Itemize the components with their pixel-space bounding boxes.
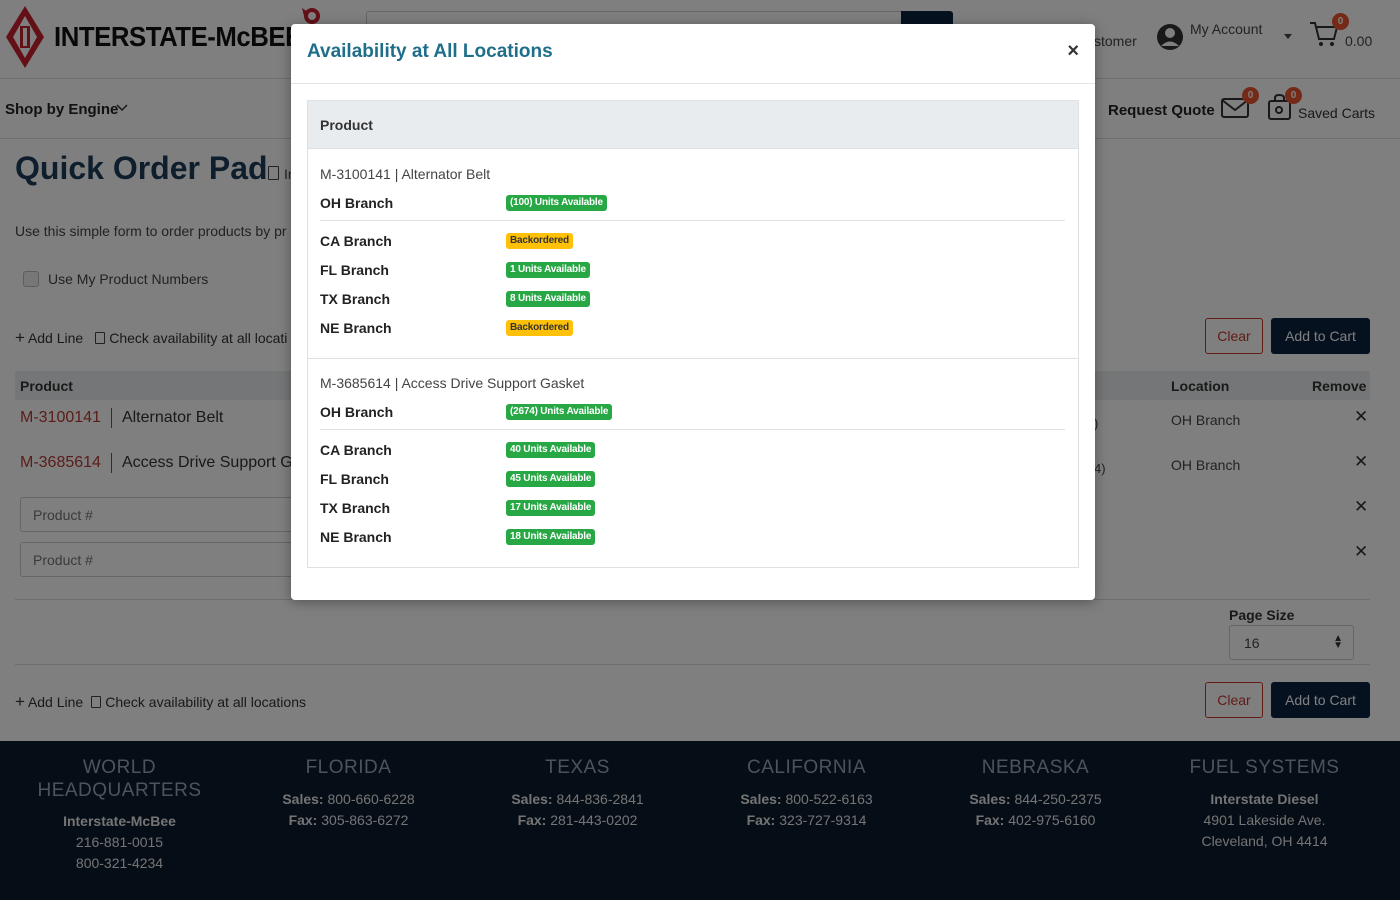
branch-name: FL Branch xyxy=(320,262,389,278)
stock-badge: 18 Units Available xyxy=(506,529,596,545)
branch-name: NE Branch xyxy=(320,320,392,336)
stock-badge: 40 Units Available xyxy=(506,442,596,458)
divider xyxy=(320,220,1065,221)
branch-name: CA Branch xyxy=(320,442,392,458)
stock-badge: 45 Units Available xyxy=(506,471,596,487)
stock-badge: 17 Units Available xyxy=(506,500,596,516)
branch-name: TX Branch xyxy=(320,500,391,516)
branch-name: OH Branch xyxy=(320,404,394,420)
product-title: M-3100141 | Alternator Belt xyxy=(320,166,491,182)
close-icon[interactable]: × xyxy=(1067,40,1079,63)
stock-badge: (2674) Units Available xyxy=(506,404,613,420)
stock-badge: 8 Units Available xyxy=(506,291,590,307)
branch-name: TX Branch xyxy=(320,291,391,307)
product-title: M-3685614 | Access Drive Support Gasket xyxy=(320,375,585,391)
modal-title: Availability at All Locations xyxy=(307,41,553,62)
product-availability-block: M-3685614 | Access Drive Support Gasket … xyxy=(308,359,1078,567)
availability-table: Product M-3100141 | Alternator Belt OH B… xyxy=(307,100,1079,568)
branch-name: FL Branch xyxy=(320,471,389,487)
stock-badge: 1 Units Available xyxy=(506,262,590,278)
branch-name: CA Branch xyxy=(320,233,392,249)
divider xyxy=(320,429,1065,430)
column-product: Product xyxy=(320,117,373,133)
availability-modal: Availability at All Locations × Product … xyxy=(291,24,1095,600)
stock-badge: Backordered xyxy=(506,233,573,249)
branch-name: OH Branch xyxy=(320,195,394,211)
stock-badge: (100) Units Available xyxy=(506,195,607,211)
modal-header: Availability at All Locations × xyxy=(291,24,1095,84)
branch-name: NE Branch xyxy=(320,529,392,545)
availability-table-header: Product xyxy=(308,101,1078,149)
stock-badge: Backordered xyxy=(506,320,573,336)
product-availability-block: M-3100141 | Alternator Belt OH Branch (1… xyxy=(308,150,1078,358)
